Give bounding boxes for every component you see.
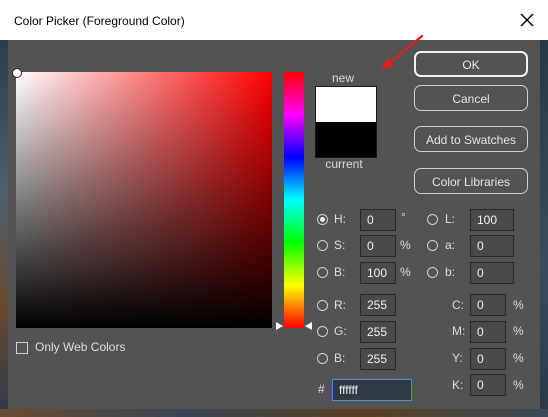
rgb-b-field[interactable]: 255 xyxy=(360,348,396,370)
current-color-label: current xyxy=(325,157,363,171)
lab-b-radio[interactable] xyxy=(427,267,438,278)
only-web-colors-label[interactable]: Only Web Colors xyxy=(35,340,125,354)
hue-slider-handle-left[interactable] xyxy=(276,322,283,330)
h-radio[interactable] xyxy=(317,214,328,225)
hue-slider[interactable] xyxy=(284,72,304,328)
g-radio[interactable] xyxy=(317,326,328,337)
hex-field[interactable]: ffffff xyxy=(332,379,412,401)
c-field[interactable]: 0 xyxy=(470,294,506,316)
rgb-b-radio[interactable] xyxy=(317,353,328,364)
y-label: Y: xyxy=(452,351,463,365)
a-label: a: xyxy=(445,238,456,252)
close-icon[interactable] xyxy=(516,9,538,31)
s-radio[interactable] xyxy=(317,240,328,251)
color-field[interactable] xyxy=(16,72,272,328)
window-title: Color Picker (Foreground Color) xyxy=(14,14,185,28)
m-unit: % xyxy=(513,324,524,338)
new-color-swatch xyxy=(316,87,376,122)
a-radio[interactable] xyxy=(427,240,438,251)
hex-label: # xyxy=(318,382,325,396)
s-label: S: xyxy=(334,238,346,252)
hue-slider-handle-right[interactable] xyxy=(305,322,312,330)
b-unit: % xyxy=(400,265,411,279)
h-field[interactable]: 0 xyxy=(360,209,396,231)
h-label: H: xyxy=(334,212,346,226)
ok-button[interactable]: OK xyxy=(414,51,528,77)
current-color-swatch[interactable] xyxy=(316,122,376,157)
color-preview xyxy=(315,86,377,158)
c-label: C: xyxy=(452,298,464,312)
m-label: M: xyxy=(452,324,466,338)
background-desktop-left xyxy=(0,40,8,417)
k-label: K: xyxy=(452,378,464,392)
background-desktop-right xyxy=(540,40,548,417)
r-radio[interactable] xyxy=(317,300,328,311)
s-field[interactable]: 0 xyxy=(360,235,396,257)
color-libraries-button[interactable]: Color Libraries xyxy=(414,168,528,194)
y-field[interactable]: 0 xyxy=(470,348,506,370)
rgb-b-label: B: xyxy=(334,351,346,365)
r-label: R: xyxy=(334,298,346,312)
k-unit: % xyxy=(513,378,524,392)
l-field[interactable]: 100 xyxy=(470,209,514,231)
k-field[interactable]: 0 xyxy=(470,374,506,396)
title-bar: Color Picker (Foreground Color) xyxy=(0,0,548,40)
cancel-button[interactable]: Cancel xyxy=(414,85,528,111)
l-label: L: xyxy=(445,212,456,226)
s-unit: % xyxy=(400,238,411,252)
b-label: B: xyxy=(334,265,346,279)
color-picker-dialog: new current OK Cancel Add to Swatches Co… xyxy=(8,34,540,409)
a-field[interactable]: 0 xyxy=(470,235,514,257)
y-unit: % xyxy=(513,351,524,365)
g-label: G: xyxy=(334,324,347,338)
g-field[interactable]: 255 xyxy=(360,321,396,343)
r-field[interactable]: 255 xyxy=(360,294,396,316)
b-radio[interactable] xyxy=(317,267,328,278)
color-field-marker[interactable] xyxy=(12,68,22,78)
h-unit: ° xyxy=(401,210,406,224)
add-to-swatches-button[interactable]: Add to Swatches xyxy=(414,126,528,152)
new-color-label: new xyxy=(332,71,355,85)
b-field[interactable]: 100 xyxy=(360,262,396,284)
lab-b-field[interactable]: 0 xyxy=(470,262,514,284)
lab-b-label: b: xyxy=(445,265,456,279)
l-radio[interactable] xyxy=(427,214,438,225)
only-web-colors-checkbox[interactable] xyxy=(16,342,28,354)
background-desktop-bottom xyxy=(0,409,548,417)
c-unit: % xyxy=(513,298,524,312)
m-field[interactable]: 0 xyxy=(470,321,506,343)
